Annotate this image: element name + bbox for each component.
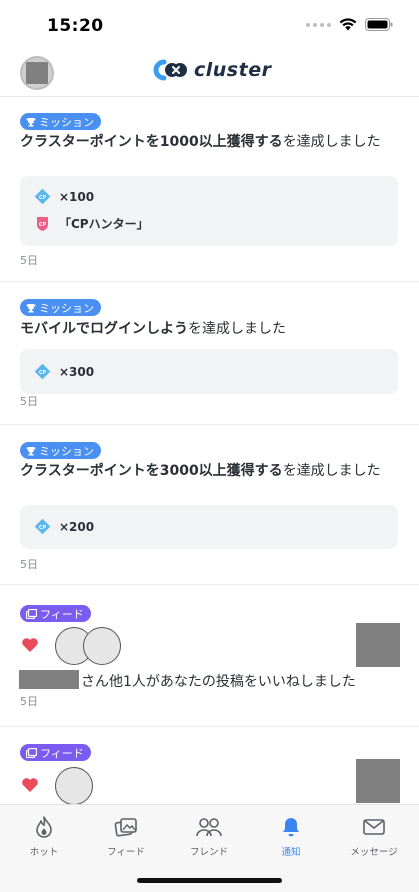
- notification-time: 5日: [20, 558, 38, 571]
- notification-title: モバイルでログインしようを達成しました: [20, 319, 393, 340]
- user-name-redacted: [19, 670, 79, 689]
- mission-badge: ミッション: [20, 299, 101, 316]
- notification-item[interactable]: フィード: [0, 727, 419, 804]
- user-avatar[interactable]: [20, 56, 54, 90]
- mission-suffix: を達成しました: [188, 321, 286, 337]
- mission-badge: ミッション: [20, 442, 101, 459]
- liker-avatar[interactable]: [83, 627, 121, 665]
- badge-label: ミッション: [39, 115, 94, 129]
- tab-label: ホット: [29, 847, 59, 858]
- svg-text:CP: CP: [39, 222, 47, 228]
- signal-icon: [306, 22, 331, 27]
- tab-feed[interactable]: フィード: [84, 815, 168, 858]
- mission-suffix: を達成しました: [282, 463, 381, 479]
- like-message: さん他1人があなたの投稿をいいねしました: [81, 674, 356, 690]
- status-icons: [306, 18, 393, 31]
- home-indicator: [137, 878, 282, 883]
- tab-messages[interactable]: メッセージ: [332, 815, 416, 858]
- notification-item[interactable]: ミッション クラスターポイントを3000以上獲得するを達成しました CP ×20…: [0, 425, 419, 585]
- tab-label: フィード: [107, 847, 145, 858]
- tab-label: メッセージ: [350, 847, 398, 858]
- trophy-icon: [26, 303, 36, 312]
- notification-title: クラスターポイントを3000以上獲得するを達成しました: [20, 461, 393, 482]
- tab-label: 通知: [281, 847, 301, 858]
- reward-box: CP ×200: [20, 505, 398, 549]
- liker-avatar[interactable]: [55, 767, 93, 804]
- notification-item[interactable]: フィード さん他1人があなたの投稿をいいねしました 5日: [0, 585, 419, 727]
- wifi-icon: [339, 18, 357, 31]
- mail-icon: [363, 819, 385, 835]
- mission-badge: ミッション: [20, 113, 101, 130]
- cluster-logo: cluster: [150, 58, 271, 82]
- svg-text:CP: CP: [39, 370, 47, 376]
- svg-text:CP: CP: [39, 525, 47, 531]
- cp-point-icon: CP: [34, 518, 51, 535]
- reward-box: CP ×300: [20, 349, 398, 394]
- friends-icon: [196, 818, 222, 837]
- status-bar: 15:20: [0, 0, 419, 52]
- reward-label: ×100: [59, 189, 95, 204]
- title-badge-icon: CP: [37, 217, 48, 231]
- reward-row: CP 「CPハンター」: [34, 215, 149, 232]
- heart-icon: [22, 638, 38, 652]
- reward-row: CP ×200: [34, 518, 94, 535]
- tab-friends[interactable]: フレンド: [167, 815, 251, 858]
- cp-point-icon: CP: [34, 188, 51, 205]
- notification-time: 5日: [20, 254, 38, 267]
- badge-label: フィード: [40, 607, 84, 621]
- photos-icon: [114, 818, 137, 837]
- battery-icon: [365, 18, 393, 31]
- trophy-icon: [26, 117, 36, 126]
- trophy-icon: [26, 446, 36, 455]
- flame-icon: [36, 816, 52, 838]
- post-thumbnail[interactable]: [356, 759, 400, 803]
- svg-text:CP: CP: [39, 195, 47, 201]
- notification-item[interactable]: ミッション クラスターポイントを1000以上獲得するを達成しました CP ×10…: [0, 97, 419, 282]
- logo-text: cluster: [194, 59, 272, 81]
- post-thumbnail[interactable]: [356, 623, 400, 667]
- notification-title: クラスターポイントを1000以上獲得するを達成しました: [20, 132, 393, 153]
- photos-icon: [26, 608, 37, 619]
- mission-name: モバイルでログインしよう: [20, 321, 188, 337]
- heart-icon: [22, 778, 38, 792]
- notification-item[interactable]: ミッション モバイルでログインしようを達成しました CP ×300 5日: [0, 282, 419, 425]
- cluster-logo-icon: [153, 59, 187, 81]
- reward-row: CP ×100: [34, 188, 94, 205]
- notification-time: 5日: [20, 395, 38, 408]
- reward-label: ×300: [59, 364, 95, 379]
- reward-box: CP ×100 CP 「CPハンター」: [20, 176, 398, 246]
- status-time: 15:20: [47, 16, 104, 36]
- reward-label: 「CPハンター」: [59, 217, 149, 231]
- bell-icon: [283, 818, 299, 837]
- tab-notifications[interactable]: 通知: [249, 815, 333, 858]
- reward-label: ×200: [59, 519, 95, 534]
- cp-point-icon: CP: [34, 363, 51, 380]
- photos-icon: [26, 747, 37, 758]
- mission-name: クラスターポイントを1000以上獲得する: [20, 134, 283, 150]
- feed-badge: フィード: [20, 744, 91, 761]
- mission-name: クラスターポイントを3000以上獲得する: [20, 463, 283, 479]
- reward-row: CP ×300: [34, 363, 94, 380]
- badge-label: ミッション: [39, 444, 94, 458]
- tab-hot[interactable]: ホット: [2, 815, 86, 858]
- badge-label: ミッション: [39, 301, 94, 315]
- feed-badge: フィード: [20, 605, 91, 622]
- notification-list[interactable]: ミッション クラスターポイントを1000以上獲得するを達成しました CP ×10…: [0, 97, 419, 804]
- notification-time: 5日: [20, 695, 38, 708]
- mission-suffix: を達成しました: [282, 134, 381, 150]
- tab-label: フレンド: [189, 847, 228, 858]
- badge-label: フィード: [40, 746, 84, 760]
- app-header: cluster: [0, 52, 419, 97]
